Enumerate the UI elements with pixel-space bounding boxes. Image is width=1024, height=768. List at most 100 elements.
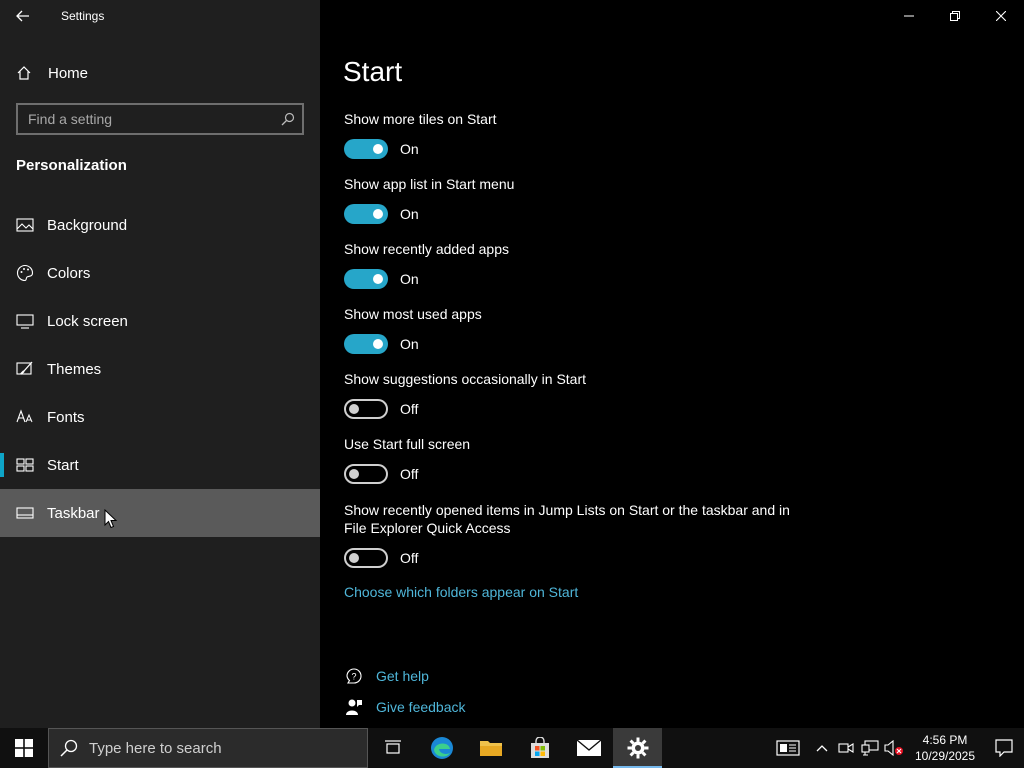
sidebar-item-label: Fonts [47,408,85,426]
restore-button[interactable] [932,0,978,32]
news-widget-button[interactable] [766,728,810,768]
sidebar-item-label: Taskbar [47,504,100,522]
edge-icon [430,737,453,759]
sidebar-item-themes[interactable]: Themes [0,345,320,393]
toggle-state: On [400,336,419,352]
toggle-state: Off [400,550,419,566]
folder-icon [479,741,502,756]
settings-taskbar-button[interactable] [613,728,662,768]
taskbar-search-text: Type here to search [89,739,222,757]
chevron-up-icon [816,745,828,752]
most-used-toggle[interactable] [344,334,388,354]
start-button[interactable] [0,728,48,768]
setting-label: Use Start full screen [344,436,471,452]
action-center-button[interactable] [984,728,1024,768]
meet-now-button[interactable] [834,728,858,768]
setting-label: Show more tiles on Start [344,111,497,127]
sidebar-item-label: Start [47,456,79,474]
jump-lists-toggle[interactable] [344,548,388,568]
file-explorer-taskbar-button[interactable] [466,728,515,768]
clock[interactable]: 4:56 PM 10/29/2025 [910,732,980,764]
edge-taskbar-button[interactable] [417,728,466,768]
setting-full-screen: Use Start full screen Off [344,435,804,501]
page-title: Start [343,56,403,87]
selection-indicator [0,453,4,477]
home-nav-item[interactable]: Home [0,52,320,94]
minimize-button[interactable] [886,0,932,32]
setting-label: Show most used apps [344,306,482,322]
search-icon[interactable] [274,105,302,133]
setting-recently-added: Show recently added apps On [344,240,804,305]
system-tray: 4:56 PM 10/29/2025 [766,728,1024,768]
close-icon [996,11,1006,21]
task-view-button[interactable] [368,728,417,768]
get-help-link[interactable]: Get help [376,668,429,684]
window-controls [886,0,1024,32]
find-setting-box[interactable] [16,103,304,135]
app-title: Settings [61,9,105,23]
store-taskbar-button[interactable] [515,728,564,768]
recently-added-toggle[interactable] [344,269,388,289]
more-tiles-toggle[interactable] [344,139,388,159]
find-setting-input[interactable] [18,111,274,127]
sidebar-item-lock-screen[interactable]: Lock screen [0,297,320,345]
sidebar-item-label: Themes [47,360,102,378]
setting-label: Show recently opened items in Jump Lists… [344,502,790,536]
personalization-nav: Background Colors Lock screen Themes Fon… [0,201,320,537]
toggle-state: Off [400,401,419,417]
font-icon [16,408,34,426]
svg-text:?: ? [351,671,356,681]
setting-suggestions: Show suggestions occasionally in Start O… [344,370,804,435]
toggle-state: Off [400,466,419,482]
toggle-state: On [400,141,419,157]
setting-more-tiles: Show more tiles on Start On [344,110,804,175]
main-content: Start Show more tiles on Start On Show a… [320,0,1024,728]
help-section: ? Get help Give feedback [344,660,466,722]
minimize-icon [904,15,914,17]
setting-jump-lists: Show recently opened items in Jump Lists… [344,501,804,584]
full-screen-toggle[interactable] [344,464,388,484]
help-icon: ? [344,666,364,686]
search-icon [49,739,89,757]
setting-label: Show recently added apps [344,241,509,257]
toggle-state: On [400,206,419,222]
close-button[interactable] [978,0,1024,32]
palette-icon [16,264,34,282]
home-label: Home [48,64,89,82]
clock-date: 10/29/2025 [914,749,976,763]
network-button[interactable] [858,728,882,768]
store-bag-icon [530,737,549,758]
suggestions-toggle[interactable] [344,399,388,419]
give-feedback-link[interactable]: Give feedback [376,699,466,715]
back-arrow-icon [16,10,29,22]
taskbar-icon [16,504,34,522]
brush-icon [16,360,34,378]
sidebar-item-taskbar[interactable]: Taskbar [0,489,320,537]
task-view-icon [384,740,401,754]
app-list-toggle[interactable] [344,204,388,224]
choose-folders-link[interactable]: Choose which folders appear on Start [344,584,804,600]
sidebar-item-start[interactable]: Start [0,441,320,489]
news-icon [776,740,800,756]
sidebar-item-background[interactable]: Background [0,201,320,249]
feedback-icon [344,697,364,717]
mail-taskbar-button[interactable] [564,728,613,768]
gear-icon [627,737,648,759]
setting-app-list: Show app list in Start menu On [344,175,804,240]
title-bar: Settings [0,0,320,32]
show-hidden-icons-button[interactable] [810,728,834,768]
taskbar-search-box[interactable]: Type here to search [48,728,368,768]
toggle-state: On [400,271,419,287]
volume-button[interactable] [882,728,906,768]
back-button[interactable] [0,0,46,32]
sidebar-item-colors[interactable]: Colors [0,249,320,297]
monitor-icon [16,312,34,330]
section-title: Personalization [16,157,127,174]
setting-label: Show app list in Start menu [344,176,515,192]
setting-most-used: Show most used apps On [344,305,804,370]
sidebar-item-label: Background [47,216,128,234]
settings-list: Show more tiles on Start On Show app lis… [344,110,804,600]
sidebar-item-label: Lock screen [47,312,128,330]
mouse-cursor-icon [104,509,118,529]
sidebar-item-fonts[interactable]: Fonts [0,393,320,441]
